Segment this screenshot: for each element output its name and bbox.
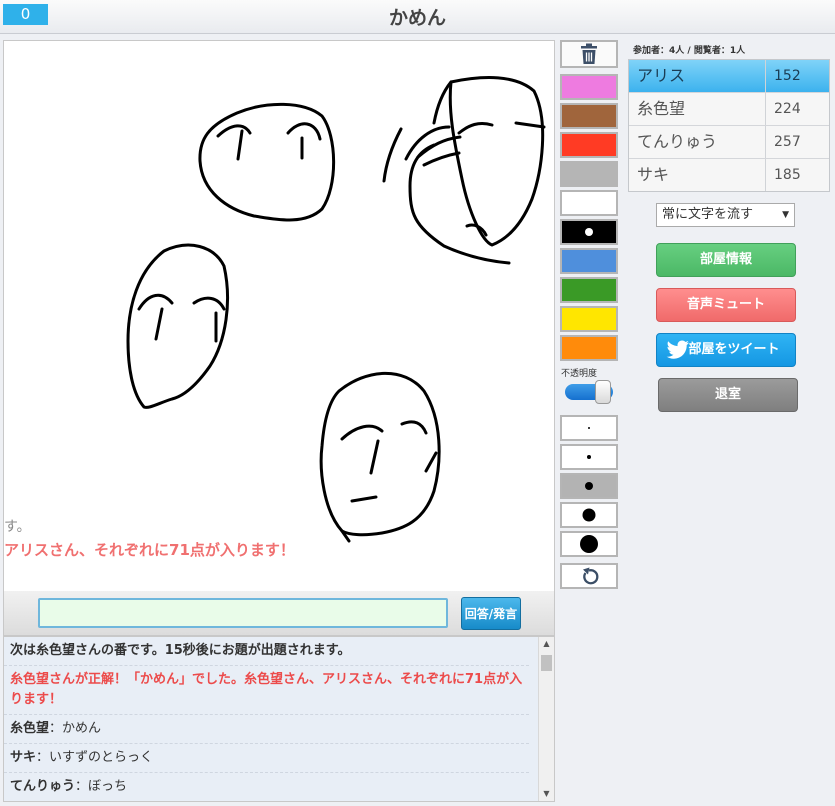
player-score: 257	[774, 134, 801, 150]
chat-speaker: 糸色望	[10, 721, 50, 736]
brush-size-button[interactable]	[560, 502, 618, 528]
chevron-down-icon: ▼	[782, 210, 789, 220]
text-mode-value: 常に文字を流す	[662, 207, 754, 222]
answer-submit-button[interactable]: 回答/発言	[461, 597, 521, 630]
player-row: サキ 185	[629, 159, 829, 191]
brush-size-dot-icon	[588, 427, 590, 429]
drawing-strokes	[126, 76, 546, 543]
brush-size-button[interactable]	[560, 444, 618, 470]
drawing-canvas[interactable]: す。 アリスさん、それぞれに71点が入ります！	[3, 40, 555, 592]
color-swatch[interactable]	[560, 335, 618, 361]
overlay-message-score: アリスさん、それぞれに71点が入ります！	[4, 541, 295, 559]
chat-speaker: てんりゅう	[10, 779, 76, 794]
brush-size-button[interactable]	[560, 415, 618, 441]
participant-count: 参加者：4人 / 閲覧者：1人	[633, 46, 746, 56]
exit-room-button[interactable]: 退室	[658, 378, 798, 412]
opacity-slider-handle[interactable]	[595, 380, 611, 404]
twitter-bird-icon	[666, 340, 689, 359]
brush-size-button[interactable]	[560, 473, 618, 499]
color-swatch[interactable]	[560, 190, 618, 216]
player-score: 224	[774, 101, 801, 117]
color-swatch[interactable]	[560, 248, 618, 274]
chat-speaker: サキ	[10, 750, 37, 765]
chat-message: てんりゅう：ぼっち	[4, 773, 529, 801]
header-bar: 0 かめん	[0, 0, 835, 34]
color-swatch[interactable]	[560, 74, 618, 100]
player-score: 152	[774, 68, 801, 84]
color-swatch[interactable]	[560, 161, 618, 187]
clear-canvas-button[interactable]	[560, 40, 618, 68]
brush-size-dot-icon	[587, 455, 591, 459]
chat-log[interactable]: 次は糸色望さんの番です。15秒後にお題が出題されます。 糸色望さんが正解！「かめ…	[3, 636, 555, 802]
text-mode-select[interactable]: 常に文字を流す ▼	[656, 203, 795, 227]
color-swatch[interactable]	[560, 219, 618, 245]
player-name: てんりゅう	[629, 126, 766, 158]
brush-size-dot-icon	[585, 482, 593, 490]
trash-icon	[581, 43, 597, 64]
color-swatch[interactable]	[560, 132, 618, 158]
player-list: アリス 152 糸色望 224 てんりゅう 257 サキ 185	[628, 59, 830, 192]
scroll-thumb[interactable]	[541, 655, 552, 671]
color-swatch[interactable]	[560, 277, 618, 303]
chat-text: ぼっち	[88, 779, 128, 794]
chat-message: 次は糸色望さんの番です。15秒後にお題が出題されます。	[4, 637, 529, 666]
answer-bar: 回答/発言	[3, 591, 555, 636]
selected-indicator	[585, 228, 593, 236]
color-swatch[interactable]	[560, 306, 618, 332]
color-swatch[interactable]	[560, 103, 618, 129]
brush-size-button[interactable]	[560, 531, 618, 557]
player-row: てんりゅう 257	[629, 126, 829, 159]
brush-size-dot-icon	[580, 535, 598, 553]
player-score: 185	[774, 167, 801, 183]
player-name: アリス	[629, 60, 766, 92]
player-name: サキ	[629, 159, 766, 191]
chat-message: 糸色望：かめん	[4, 715, 529, 744]
page-title: かめん	[388, 7, 446, 29]
player-name: 糸色望	[629, 93, 766, 125]
opacity-slider[interactable]	[565, 380, 613, 404]
scroll-up-arrow-icon[interactable]: ▲	[539, 637, 554, 651]
chat-message: サキ：いすずのとらっく	[4, 744, 529, 773]
tweet-room-button[interactable]: 部屋をツイート	[656, 333, 796, 367]
undo-button[interactable]	[560, 563, 618, 589]
chat-scrollbar[interactable]: ▲ ▼	[538, 637, 554, 801]
answer-input[interactable]	[38, 598, 448, 628]
brush-size-dot-icon	[582, 508, 596, 522]
room-info-button[interactable]: 部屋情報	[656, 243, 796, 277]
scroll-down-arrow-icon[interactable]: ▼	[539, 787, 554, 801]
player-row: アリス 152	[629, 60, 829, 93]
mute-audio-button[interactable]: 音声ミュート	[656, 288, 796, 322]
chat-message: 糸色望さんが正解！「かめん」でした。糸色望さん、アリスさん、それぞれに71点が入…	[4, 666, 529, 715]
opacity-label: 不透明度	[561, 369, 598, 379]
chat-text: いすずのとらっく	[49, 750, 154, 765]
player-row: 糸色望 224	[629, 93, 829, 126]
chat-text: かめん	[62, 721, 102, 736]
undo-icon	[583, 567, 599, 585]
overlay-message-partial: す。	[4, 519, 31, 535]
